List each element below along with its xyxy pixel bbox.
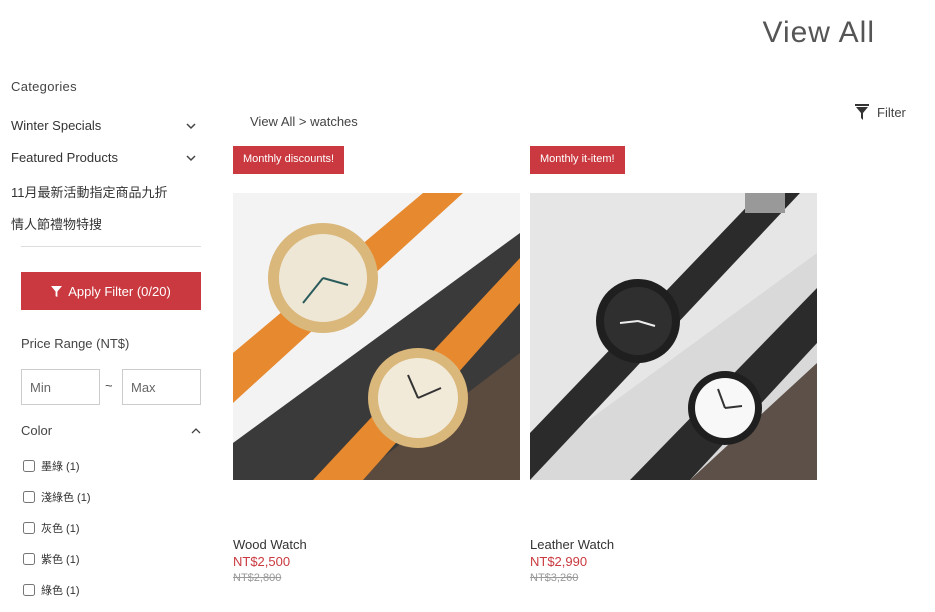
- color-checkbox[interactable]: [23, 460, 35, 472]
- category-label: 情人節禮物特搜: [11, 217, 103, 232]
- color-option-label: 淺綠色 (1): [41, 492, 91, 504]
- color-option[interactable]: 墨綠 (1): [23, 458, 80, 474]
- apply-filter-button[interactable]: Apply Filter (0/20): [21, 272, 201, 310]
- category-label: 11月最新活動指定商品九折: [11, 185, 168, 200]
- sidebar: Categories Winter Specials Featured Prod…: [0, 0, 215, 612]
- color-checkbox[interactable]: [23, 584, 35, 596]
- color-option[interactable]: 紫色 (1): [23, 551, 80, 567]
- funnel-icon: [51, 285, 63, 297]
- chevron-down-icon[interactable]: [186, 121, 196, 131]
- product-card-leather-watch[interactable]: Monthly it-item! Leather Watch NT$2,990 …: [530, 146, 817, 584]
- color-option-label: 灰色 (1): [41, 523, 80, 535]
- price-max-input[interactable]: [122, 369, 201, 405]
- category-featured-products[interactable]: Featured Products: [11, 150, 196, 165]
- product-name[interactable]: Wood Watch: [233, 537, 307, 552]
- product-image[interactable]: [233, 193, 520, 480]
- color-option-label: 墨綠 (1): [41, 461, 80, 473]
- product-name[interactable]: Leather Watch: [530, 537, 614, 552]
- product-price: NT$2,500: [233, 554, 291, 569]
- color-option-label: 綠色 (1): [41, 585, 80, 597]
- promo-badge: Monthly discounts!: [233, 146, 345, 174]
- page-title: View All: [762, 16, 875, 49]
- color-option[interactable]: 綠色 (1): [23, 582, 80, 598]
- category-november-promo[interactable]: 11月最新活動指定商品九折: [11, 182, 196, 201]
- category-winter-specials[interactable]: Winter Specials: [11, 118, 196, 133]
- chevron-down-icon[interactable]: [186, 153, 196, 163]
- price-range-label: Price Range (NT$): [21, 336, 130, 351]
- color-option-label: 紫色 (1): [41, 554, 80, 566]
- category-valentine-gifts[interactable]: 情人節禮物特搜: [11, 214, 196, 233]
- price-separator: ~: [105, 378, 113, 393]
- color-option[interactable]: 淺綠色 (1): [23, 489, 91, 505]
- category-label: Featured Products: [11, 150, 118, 165]
- color-filter-header[interactable]: Color: [21, 423, 201, 438]
- categories-heading: Categories: [11, 79, 77, 94]
- product-original-price: NT$3,260: [530, 572, 579, 584]
- color-checkbox[interactable]: [23, 522, 35, 534]
- category-label: Winter Specials: [11, 118, 102, 133]
- apply-filter-label: Apply Filter (0/20): [68, 283, 171, 299]
- promo-badge: Monthly it-item!: [530, 146, 625, 174]
- divider: [21, 246, 201, 247]
- color-checkbox[interactable]: [23, 491, 35, 503]
- product-price: NT$2,990: [530, 554, 588, 569]
- product-original-price: NT$2,800: [233, 572, 282, 584]
- color-option[interactable]: 灰色 (1): [23, 520, 80, 536]
- color-checkbox[interactable]: [23, 553, 35, 565]
- product-card-wood-watch[interactable]: Monthly discounts! Wood Watch NT$2,500 N…: [233, 146, 520, 584]
- filter-button[interactable]: Filter: [855, 104, 906, 120]
- product-image[interactable]: [530, 193, 817, 480]
- color-heading: Color: [21, 423, 53, 438]
- funnel-icon: [855, 104, 869, 120]
- chevron-up-icon[interactable]: [191, 426, 201, 436]
- filter-label: Filter: [877, 104, 906, 120]
- breadcrumb[interactable]: View All > watches: [250, 114, 358, 129]
- price-min-input[interactable]: [21, 369, 100, 405]
